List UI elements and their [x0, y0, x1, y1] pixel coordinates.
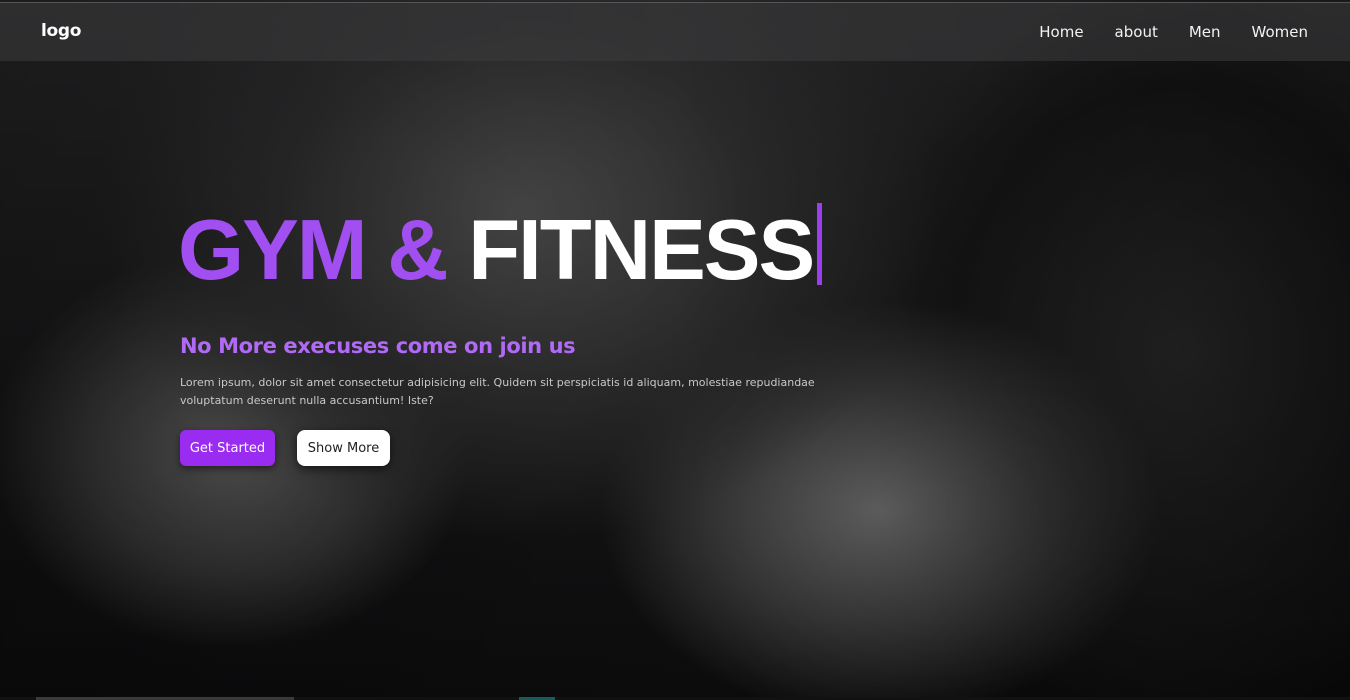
hero-title-accent: GYM &: [178, 203, 469, 298]
nav-link-women[interactable]: Women: [1252, 23, 1308, 41]
nav-link-home[interactable]: Home: [1039, 23, 1083, 41]
hero-title: GYM & FITNESS: [178, 203, 823, 298]
hero-section: logo Home about Men Women GYM & FITNESS …: [0, 0, 1350, 700]
main-nav: Home about Men Women: [1039, 23, 1308, 41]
typing-cursor: [817, 203, 823, 285]
hero-title-main: FITNESS: [468, 203, 815, 298]
get-started-button[interactable]: Get Started: [180, 430, 275, 466]
logo[interactable]: logo: [41, 21, 81, 41]
show-more-button[interactable]: Show More: [297, 430, 390, 466]
hero-subtitle: No More execuses come on join us: [180, 334, 576, 358]
nav-link-men[interactable]: Men: [1189, 23, 1221, 41]
navbar: logo Home about Men Women: [0, 2, 1350, 61]
nav-link-about[interactable]: about: [1115, 23, 1158, 41]
hero-description: Lorem ipsum, dolor sit amet consectetur …: [180, 376, 815, 407]
